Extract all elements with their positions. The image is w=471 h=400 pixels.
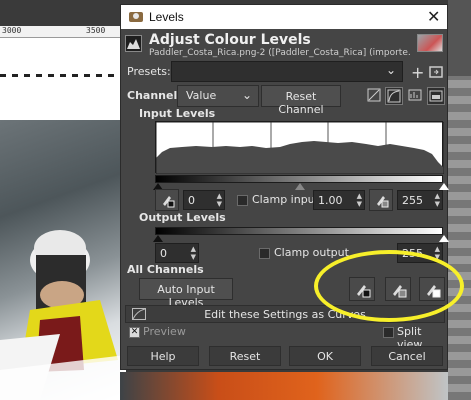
grey-point-picker-icon[interactable] [369, 189, 393, 211]
clamp-input-checkbox[interactable] [237, 195, 248, 206]
close-icon[interactable]: ✕ [427, 7, 440, 27]
chevron-down-icon: ⌄ [385, 63, 396, 77]
histogram-view-icon[interactable] [407, 87, 425, 105]
kayak-bottom-edge [120, 372, 448, 400]
levels-dialog: Levels ✕ Adjust Colour Levels Paddler_Co… [120, 4, 449, 370]
input-low-spinner[interactable]: 0 ▲ ▼ [183, 190, 225, 210]
edit-as-curves-button[interactable]: Edit these Settings as Curves [125, 305, 445, 323]
spinner-arrows-icon[interactable]: ▲ ▼ [191, 245, 196, 261]
ruler-tick-3500: 3500 [86, 26, 106, 35]
black-point-picker-icon[interactable] [155, 189, 179, 211]
presets-combo[interactable]: ⌄ [171, 61, 403, 82]
input-high-value: 255 [402, 194, 423, 207]
output-levels-label: Output Levels [139, 211, 226, 224]
preview-checkbox[interactable]: ✕ [129, 327, 140, 338]
output-black-handle[interactable] [153, 235, 163, 242]
gimp-app-icon [129, 12, 143, 22]
preview-label: Preview [143, 325, 186, 338]
ok-button[interactable]: OK [289, 346, 361, 366]
output-white-handle[interactable] [439, 235, 449, 242]
dialog-window-title: Levels [149, 10, 184, 24]
pick-white-point-icon[interactable] [419, 277, 445, 301]
clamp-output-label: Clamp output [274, 246, 349, 259]
linear-histogram-icon[interactable] [367, 88, 385, 106]
dialog-image-subtitle: Paddler_Costa_Rica.png-2 ([Paddler_Costa… [149, 48, 411, 58]
reset-channel-button[interactable]: Reset Channel [261, 85, 341, 116]
output-gradient-bar [155, 227, 443, 235]
channel-value: Value [186, 89, 217, 102]
channel-select[interactable]: Value ⌄ [177, 85, 259, 107]
levels-icon [125, 35, 142, 52]
histogram-scale-icon[interactable] [427, 87, 445, 105]
auto-input-levels-button[interactable]: Auto Input Levels [139, 278, 233, 309]
spinner-arrows-icon[interactable]: ▲ ▼ [435, 245, 440, 261]
dialog-heading: Adjust Colour Levels [149, 32, 311, 48]
input-gamma-handle[interactable] [295, 183, 305, 190]
image-thumbnail [417, 34, 443, 52]
help-button[interactable]: Help [127, 346, 199, 366]
horizontal-ruler: 3000 3500 [0, 26, 120, 38]
input-low-value: 0 [188, 194, 195, 207]
pick-black-point-icon[interactable] [349, 277, 375, 301]
output-high-spinner[interactable]: 255 ▲ ▼ [397, 243, 443, 263]
input-gamma-spinner[interactable]: 1.00 ▲ ▼ [313, 190, 365, 210]
output-high-value: 255 [402, 247, 423, 260]
curves-icon [132, 308, 146, 320]
cancel-button[interactable]: Cancel [371, 346, 443, 366]
transparency-checkerboard [448, 76, 471, 400]
presets-label: Presets: [127, 65, 171, 78]
layer-boundary-marching-ants [0, 74, 120, 77]
edit-as-curves-label: Edit these Settings as Curves [204, 308, 366, 321]
spinner-arrows-icon[interactable]: ▲ ▼ [217, 192, 222, 208]
kayaker-illustration [0, 230, 126, 400]
preset-menu-icon[interactable] [429, 65, 447, 83]
kayaker-photo [0, 120, 126, 400]
split-view-checkbox[interactable] [383, 327, 394, 338]
output-low-spinner[interactable]: 0 ▲ ▼ [155, 243, 199, 263]
add-preset-icon[interactable]: + [411, 63, 429, 82]
ruler-tick-3000: 3000 [2, 26, 22, 35]
pick-grey-point-icon[interactable] [385, 277, 411, 301]
output-low-value: 0 [160, 247, 167, 260]
clamp-input-label: Clamp input [252, 193, 319, 206]
logarithmic-histogram-icon[interactable] [385, 87, 403, 105]
all-channels-label: All Channels [127, 263, 204, 276]
chevron-down-icon: ⌄ [241, 88, 252, 102]
channel-label: Channel: [127, 89, 182, 102]
input-histogram[interactable] [155, 121, 444, 174]
dialog-titlebar[interactable]: Levels ✕ [121, 5, 447, 29]
input-gradient-bar [155, 175, 443, 183]
input-high-spinner[interactable]: 255 ▲ ▼ [397, 190, 443, 210]
input-white-point-handle[interactable] [439, 183, 449, 190]
reset-button[interactable]: Reset [209, 346, 281, 366]
input-levels-label: Input Levels [139, 107, 216, 120]
spinner-arrows-icon[interactable]: ▲ ▼ [357, 192, 362, 208]
histogram-graph [156, 122, 444, 174]
right-canvas-edge [448, 0, 471, 400]
spinner-arrows-icon[interactable]: ▲ ▼ [435, 192, 440, 208]
input-gamma-value: 1.00 [318, 194, 343, 207]
clamp-output-checkbox[interactable] [259, 248, 270, 259]
